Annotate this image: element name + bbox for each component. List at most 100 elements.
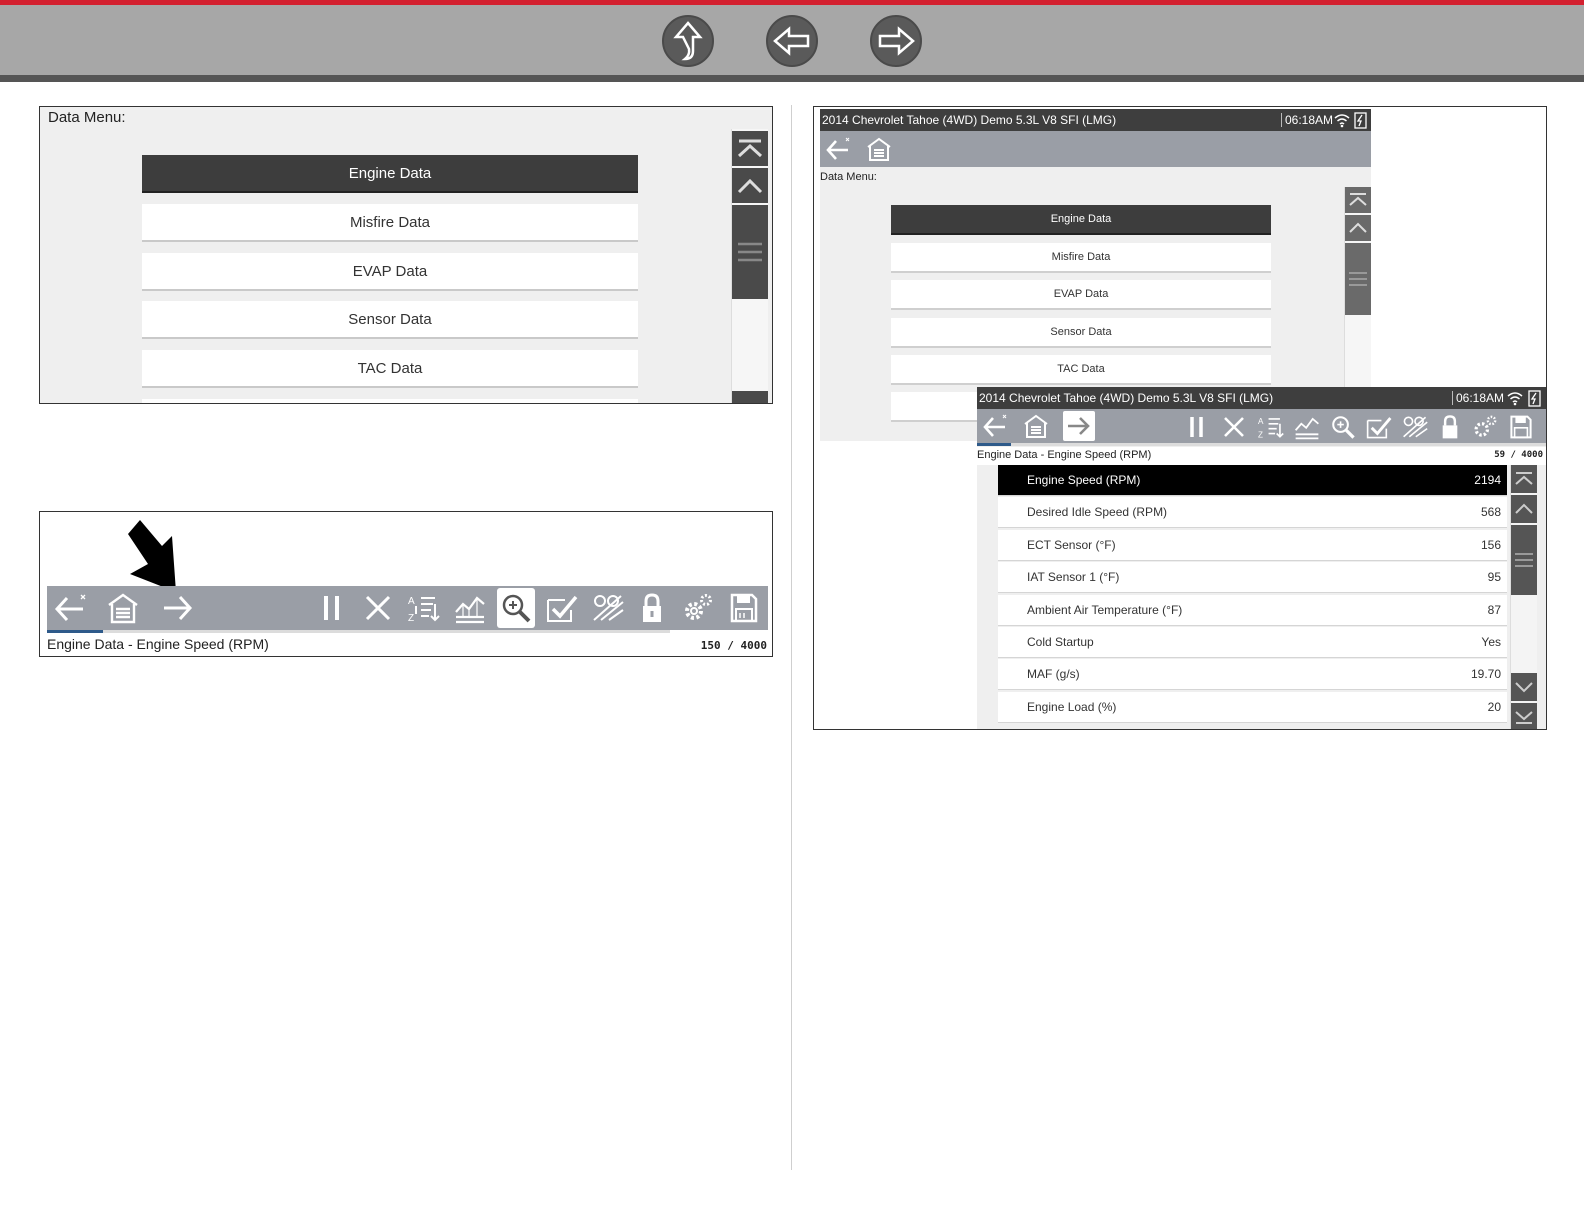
graph-button[interactable]	[450, 588, 490, 628]
clear-button[interactable]	[360, 588, 396, 628]
menu-item-misfire-data[interactable]: Misfire Data	[142, 204, 638, 242]
zoom-icon	[502, 594, 531, 623]
progress-track	[47, 630, 670, 633]
parameter-value: 19.70	[1470, 667, 1501, 682]
forward-button-highlighted[interactable]	[1063, 411, 1095, 441]
front-progress-track	[977, 443, 1546, 446]
clear-icon[interactable]	[1223, 416, 1245, 438]
up-nav-button[interactable]	[662, 15, 714, 67]
menu-item-engine-data[interactable]: Engine Data	[142, 155, 638, 193]
save-button[interactable]	[724, 588, 764, 628]
back-scroll-top-button[interactable]	[1345, 187, 1371, 213]
scroll-up-button[interactable]	[732, 168, 768, 203]
scroll-thumb[interactable]	[732, 205, 768, 299]
back-icon[interactable]	[824, 136, 852, 162]
save-icon[interactable]	[1509, 414, 1533, 440]
svg-text:A: A	[1258, 417, 1264, 426]
menu-item-partial	[142, 399, 638, 403]
parameter-value: 2194	[1474, 473, 1501, 487]
front-scrollbar[interactable]	[1510, 465, 1537, 729]
data-row[interactable]: Cold Startup Yes	[998, 627, 1507, 658]
forward-button[interactable]	[157, 588, 197, 628]
scrollbar[interactable]	[731, 129, 768, 403]
back-icon[interactable]	[981, 413, 1009, 439]
parameter-value: 95	[1487, 570, 1501, 585]
grip-icon	[1349, 272, 1367, 286]
front-status-title: Engine Data - Engine Speed (RPM)	[977, 449, 1152, 461]
sort-icon[interactable]: AZ	[1257, 414, 1285, 440]
percent-button[interactable]	[588, 588, 628, 628]
front-scroll-thumb[interactable]	[1511, 525, 1537, 595]
status-title: Engine Data - Engine Speed (RPM)	[47, 636, 269, 652]
front-scroll-top-button[interactable]	[1511, 465, 1537, 493]
home-button[interactable]	[103, 588, 143, 628]
menu-item-tac-data[interactable]: TAC Data	[142, 350, 638, 388]
record-counter: 150 / 4000	[700, 639, 767, 652]
zoom-button[interactable]	[497, 588, 535, 628]
parameter-value: 20	[1487, 699, 1501, 714]
settings-icon[interactable]	[1471, 414, 1499, 440]
menu-item-sensor-data[interactable]: Sensor Data	[142, 301, 638, 339]
settings-button[interactable]	[678, 588, 718, 628]
back-scrollbar[interactable]	[1344, 187, 1371, 387]
chevron-up-icon	[1515, 503, 1533, 514]
back-menu-item-evap-data[interactable]: EVAP Data	[891, 280, 1271, 310]
lock-icon[interactable]	[1439, 414, 1461, 440]
scroll-down-button[interactable]	[732, 391, 768, 403]
back-menu-item-sensor-data[interactable]: Sensor Data	[891, 318, 1271, 348]
data-row[interactable]: Engine Speed (RPM) 2194	[998, 465, 1507, 496]
menu-item-evap-data[interactable]: EVAP Data	[142, 253, 638, 291]
battery-icon	[1354, 112, 1367, 129]
grip-icon	[1515, 553, 1533, 567]
back-title-bar: 2014 Chevrolet Tahoe (4WD) Demo 5.3L V8 …	[820, 109, 1371, 131]
graph-icon[interactable]	[1293, 414, 1321, 440]
checkmark-icon[interactable]	[1365, 414, 1393, 440]
zoom-icon[interactable]	[1330, 414, 1356, 440]
toolbar: AZ	[47, 586, 768, 630]
pause-icon[interactable]	[1188, 416, 1206, 438]
grip-icon	[738, 242, 762, 262]
data-menu-screenshot: Data Menu: Engine Data Misfire Data EVAP…	[39, 106, 773, 404]
back-button[interactable]	[51, 588, 91, 628]
right-arrow-icon	[878, 26, 915, 56]
percent-icon[interactable]	[1401, 414, 1429, 440]
parameter-name: Engine Load (%)	[1027, 699, 1117, 714]
home-icon[interactable]	[1023, 414, 1049, 438]
front-scroll-up-button[interactable]	[1511, 495, 1537, 523]
next-page-button[interactable]	[870, 15, 922, 67]
column-divider	[791, 105, 792, 1170]
lock-button[interactable]	[634, 588, 670, 628]
back-scroll-up-button[interactable]	[1345, 215, 1371, 241]
data-row[interactable]: MAF (g/s) 19.70	[998, 659, 1507, 691]
parameter-name: Cold Startup	[1027, 635, 1094, 649]
up-arrow-icon	[673, 21, 703, 61]
chevron-down-icon	[1515, 682, 1533, 693]
front-scroll-bottom-button[interactable]	[1511, 703, 1537, 729]
pause-button[interactable]	[314, 588, 350, 628]
data-row[interactable]: Engine Load (%) 20	[998, 691, 1507, 723]
back-menu-item-engine-data[interactable]: Engine Data	[891, 205, 1271, 235]
pause-icon	[324, 596, 339, 620]
double-chevron-up-icon	[1349, 193, 1367, 206]
back-menu-item-misfire-data[interactable]: Misfire Data	[891, 243, 1271, 273]
previous-page-button[interactable]	[766, 15, 818, 67]
wifi-icon	[1334, 114, 1350, 128]
svg-text:Z: Z	[408, 613, 414, 624]
screens-comparison-screenshot: 2014 Chevrolet Tahoe (4WD) Demo 5.3L V8 …	[813, 106, 1547, 730]
back-nav-bar	[820, 131, 1371, 167]
back-scroll-thumb[interactable]	[1345, 243, 1371, 315]
data-row[interactable]: Ambient Air Temperature (°F) 87	[998, 594, 1507, 626]
clear-icon	[365, 595, 391, 621]
sort-button[interactable]: AZ	[404, 588, 444, 628]
scroll-top-button[interactable]	[732, 131, 768, 166]
data-row[interactable]: Desired Idle Speed (RPM) 568	[998, 497, 1507, 529]
home-icon[interactable]	[866, 137, 892, 161]
double-chevron-down-icon	[1515, 711, 1533, 724]
data-row[interactable]: ECT Sensor (°F) 156	[998, 529, 1507, 561]
front-screen: 2014 Chevrolet Tahoe (4WD) Demo 5.3L V8 …	[977, 387, 1546, 729]
select-button[interactable]	[542, 588, 582, 628]
data-row[interactable]: IAT Sensor 1 (°F) 95	[998, 562, 1507, 594]
front-scroll-down-button[interactable]	[1511, 673, 1537, 701]
double-chevron-up-icon	[737, 139, 763, 157]
back-menu-item-tac-data[interactable]: TAC Data	[891, 355, 1271, 385]
